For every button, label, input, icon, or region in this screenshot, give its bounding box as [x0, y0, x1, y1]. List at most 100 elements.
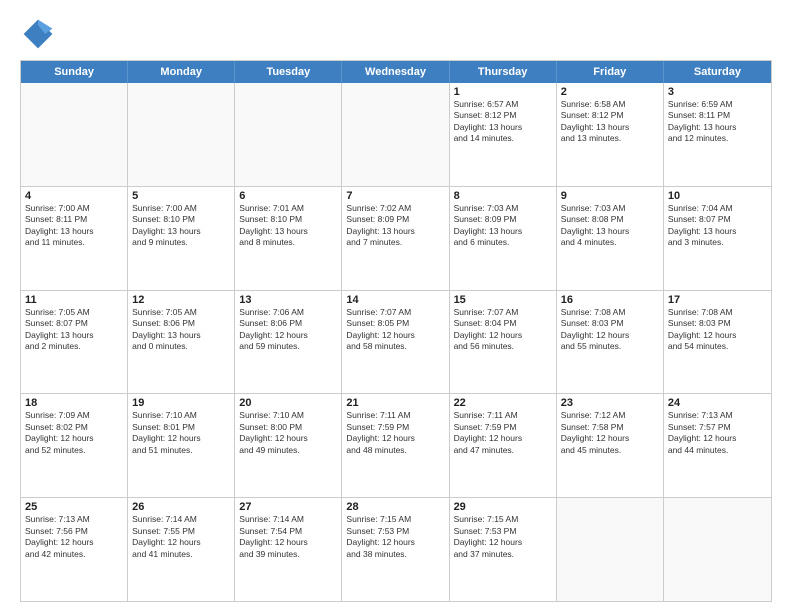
day-number: 28 [346, 501, 444, 513]
logo [20, 16, 60, 52]
calendar-row-3: 18Sunrise: 7:09 AMSunset: 8:02 PMDayligh… [21, 394, 771, 498]
calendar-row-4: 25Sunrise: 7:13 AMSunset: 7:56 PMDayligh… [21, 498, 771, 601]
day-number: 4 [25, 190, 123, 202]
page: SundayMondayTuesdayWednesdayThursdayFrid… [0, 0, 792, 612]
day-number: 23 [561, 397, 659, 409]
table-row: 19Sunrise: 7:10 AMSunset: 8:01 PMDayligh… [128, 394, 235, 497]
table-row: 10Sunrise: 7:04 AMSunset: 8:07 PMDayligh… [664, 187, 771, 290]
table-row: 7Sunrise: 7:02 AMSunset: 8:09 PMDaylight… [342, 187, 449, 290]
day-number: 22 [454, 397, 552, 409]
calendar-row-0: 1Sunrise: 6:57 AMSunset: 8:12 PMDaylight… [21, 83, 771, 187]
calendar-header: SundayMondayTuesdayWednesdayThursdayFrid… [21, 61, 771, 83]
calendar-row-2: 11Sunrise: 7:05 AMSunset: 8:07 PMDayligh… [21, 291, 771, 395]
table-row: 26Sunrise: 7:14 AMSunset: 7:55 PMDayligh… [128, 498, 235, 601]
day-info: Sunrise: 6:57 AMSunset: 8:12 PMDaylight:… [454, 99, 552, 145]
table-row: 27Sunrise: 7:14 AMSunset: 7:54 PMDayligh… [235, 498, 342, 601]
day-number: 7 [346, 190, 444, 202]
table-row: 5Sunrise: 7:00 AMSunset: 8:10 PMDaylight… [128, 187, 235, 290]
header [20, 16, 772, 52]
table-row: 20Sunrise: 7:10 AMSunset: 8:00 PMDayligh… [235, 394, 342, 497]
day-info: Sunrise: 7:07 AMSunset: 8:04 PMDaylight:… [454, 307, 552, 353]
day-info: Sunrise: 7:12 AMSunset: 7:58 PMDaylight:… [561, 410, 659, 456]
day-info: Sunrise: 7:08 AMSunset: 8:03 PMDaylight:… [561, 307, 659, 353]
day-number: 8 [454, 190, 552, 202]
header-cell-monday: Monday [128, 61, 235, 83]
logo-icon [20, 16, 56, 52]
header-cell-wednesday: Wednesday [342, 61, 449, 83]
day-info: Sunrise: 7:11 AMSunset: 7:59 PMDaylight:… [454, 410, 552, 456]
day-number: 13 [239, 294, 337, 306]
day-number: 20 [239, 397, 337, 409]
table-row: 16Sunrise: 7:08 AMSunset: 8:03 PMDayligh… [557, 291, 664, 394]
table-row: 12Sunrise: 7:05 AMSunset: 8:06 PMDayligh… [128, 291, 235, 394]
header-cell-sunday: Sunday [21, 61, 128, 83]
day-number: 16 [561, 294, 659, 306]
day-number: 10 [668, 190, 767, 202]
day-info: Sunrise: 7:14 AMSunset: 7:54 PMDaylight:… [239, 514, 337, 560]
day-info: Sunrise: 7:00 AMSunset: 8:11 PMDaylight:… [25, 203, 123, 249]
day-number: 26 [132, 501, 230, 513]
day-number: 14 [346, 294, 444, 306]
day-info: Sunrise: 7:10 AMSunset: 8:01 PMDaylight:… [132, 410, 230, 456]
day-number: 19 [132, 397, 230, 409]
table-row: 25Sunrise: 7:13 AMSunset: 7:56 PMDayligh… [21, 498, 128, 601]
day-info: Sunrise: 7:00 AMSunset: 8:10 PMDaylight:… [132, 203, 230, 249]
day-number: 3 [668, 86, 767, 98]
day-number: 17 [668, 294, 767, 306]
table-row: 2Sunrise: 6:58 AMSunset: 8:12 PMDaylight… [557, 83, 664, 186]
table-row [128, 83, 235, 186]
table-row: 11Sunrise: 7:05 AMSunset: 8:07 PMDayligh… [21, 291, 128, 394]
day-info: Sunrise: 7:05 AMSunset: 8:07 PMDaylight:… [25, 307, 123, 353]
table-row: 1Sunrise: 6:57 AMSunset: 8:12 PMDaylight… [450, 83, 557, 186]
table-row: 29Sunrise: 7:15 AMSunset: 7:53 PMDayligh… [450, 498, 557, 601]
day-info: Sunrise: 7:13 AMSunset: 7:57 PMDaylight:… [668, 410, 767, 456]
header-cell-friday: Friday [557, 61, 664, 83]
day-number: 11 [25, 294, 123, 306]
day-info: Sunrise: 7:05 AMSunset: 8:06 PMDaylight:… [132, 307, 230, 353]
header-cell-saturday: Saturday [664, 61, 771, 83]
day-info: Sunrise: 7:13 AMSunset: 7:56 PMDaylight:… [25, 514, 123, 560]
day-info: Sunrise: 7:15 AMSunset: 7:53 PMDaylight:… [454, 514, 552, 560]
table-row: 13Sunrise: 7:06 AMSunset: 8:06 PMDayligh… [235, 291, 342, 394]
day-number: 5 [132, 190, 230, 202]
calendar-body: 1Sunrise: 6:57 AMSunset: 8:12 PMDaylight… [21, 83, 771, 601]
table-row: 24Sunrise: 7:13 AMSunset: 7:57 PMDayligh… [664, 394, 771, 497]
table-row [664, 498, 771, 601]
day-info: Sunrise: 7:11 AMSunset: 7:59 PMDaylight:… [346, 410, 444, 456]
header-cell-thursday: Thursday [450, 61, 557, 83]
day-number: 21 [346, 397, 444, 409]
day-number: 1 [454, 86, 552, 98]
table-row: 6Sunrise: 7:01 AMSunset: 8:10 PMDaylight… [235, 187, 342, 290]
calendar: SundayMondayTuesdayWednesdayThursdayFrid… [20, 60, 772, 602]
table-row: 23Sunrise: 7:12 AMSunset: 7:58 PMDayligh… [557, 394, 664, 497]
table-row: 15Sunrise: 7:07 AMSunset: 8:04 PMDayligh… [450, 291, 557, 394]
table-row: 14Sunrise: 7:07 AMSunset: 8:05 PMDayligh… [342, 291, 449, 394]
day-number: 25 [25, 501, 123, 513]
table-row [557, 498, 664, 601]
header-cell-tuesday: Tuesday [235, 61, 342, 83]
day-info: Sunrise: 7:02 AMSunset: 8:09 PMDaylight:… [346, 203, 444, 249]
table-row: 8Sunrise: 7:03 AMSunset: 8:09 PMDaylight… [450, 187, 557, 290]
day-number: 6 [239, 190, 337, 202]
table-row: 18Sunrise: 7:09 AMSunset: 8:02 PMDayligh… [21, 394, 128, 497]
day-info: Sunrise: 7:09 AMSunset: 8:02 PMDaylight:… [25, 410, 123, 456]
table-row: 9Sunrise: 7:03 AMSunset: 8:08 PMDaylight… [557, 187, 664, 290]
day-number: 29 [454, 501, 552, 513]
day-info: Sunrise: 7:10 AMSunset: 8:00 PMDaylight:… [239, 410, 337, 456]
day-info: Sunrise: 7:14 AMSunset: 7:55 PMDaylight:… [132, 514, 230, 560]
day-number: 15 [454, 294, 552, 306]
table-row: 17Sunrise: 7:08 AMSunset: 8:03 PMDayligh… [664, 291, 771, 394]
day-info: Sunrise: 7:03 AMSunset: 8:09 PMDaylight:… [454, 203, 552, 249]
day-number: 12 [132, 294, 230, 306]
day-number: 9 [561, 190, 659, 202]
table-row: 4Sunrise: 7:00 AMSunset: 8:11 PMDaylight… [21, 187, 128, 290]
day-info: Sunrise: 7:04 AMSunset: 8:07 PMDaylight:… [668, 203, 767, 249]
day-number: 27 [239, 501, 337, 513]
table-row: 3Sunrise: 6:59 AMSunset: 8:11 PMDaylight… [664, 83, 771, 186]
day-info: Sunrise: 7:06 AMSunset: 8:06 PMDaylight:… [239, 307, 337, 353]
day-info: Sunrise: 7:08 AMSunset: 8:03 PMDaylight:… [668, 307, 767, 353]
table-row [21, 83, 128, 186]
table-row [235, 83, 342, 186]
table-row: 21Sunrise: 7:11 AMSunset: 7:59 PMDayligh… [342, 394, 449, 497]
day-info: Sunrise: 6:58 AMSunset: 8:12 PMDaylight:… [561, 99, 659, 145]
